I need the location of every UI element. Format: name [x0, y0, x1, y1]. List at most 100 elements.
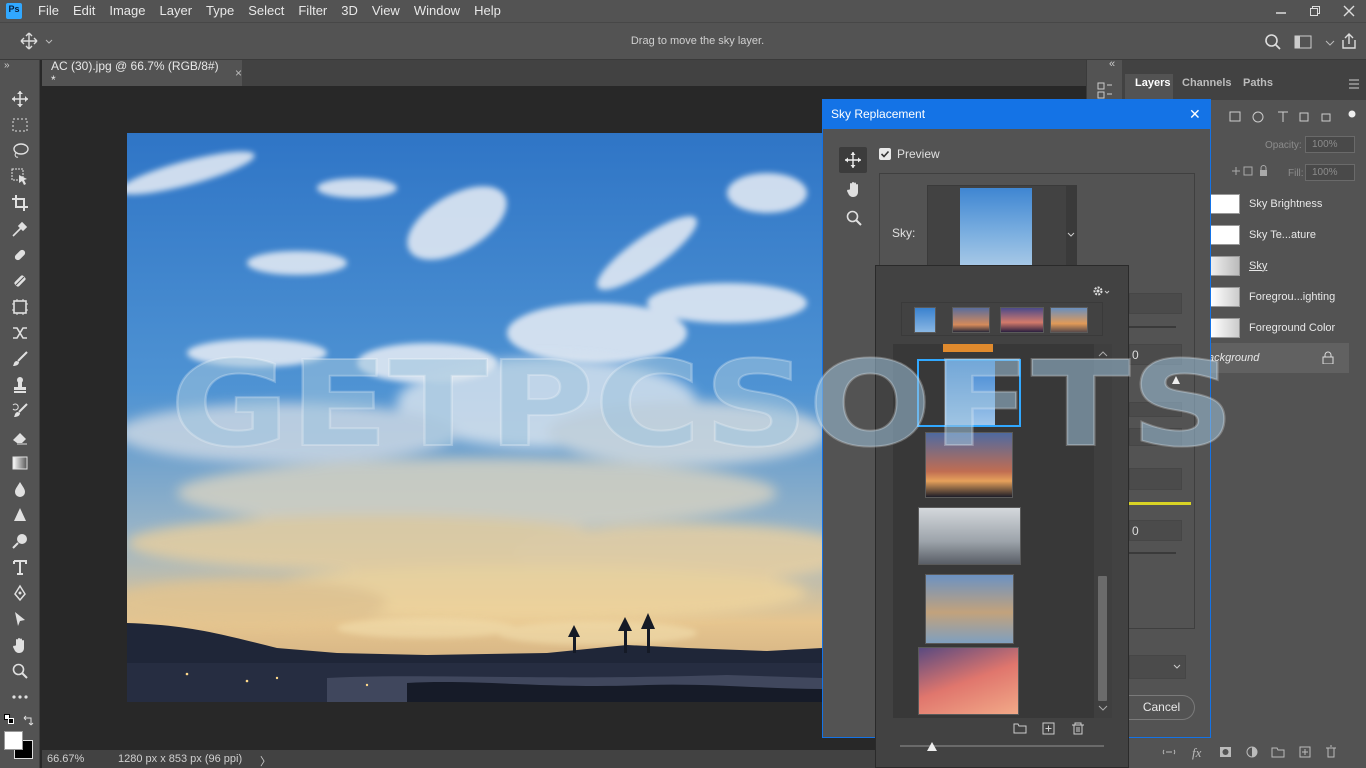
menu-layer[interactable]: Layer	[153, 0, 200, 22]
delete-sky-icon[interactable]	[1071, 722, 1085, 735]
layer-foreground-lighting[interactable]: Foregrou...ighting	[1210, 281, 1351, 312]
layer-sky-temperature[interactable]: Sky Te...ature	[1210, 219, 1351, 250]
fill-field[interactable]: 100%	[1305, 164, 1355, 181]
dodge-icon[interactable]	[8, 529, 32, 553]
history-panel-icon[interactable]	[1097, 82, 1113, 100]
sky-preset-picker[interactable]	[927, 185, 1077, 267]
close-tab-icon[interactable]: ×	[235, 66, 242, 80]
sky-preset-selected-frame[interactable]	[917, 359, 1021, 427]
cancel-button[interactable]: Cancel	[1129, 695, 1195, 720]
collapse-toolbar-icon[interactable]: »	[4, 60, 10, 71]
eraser-icon[interactable]	[8, 425, 32, 449]
menu-edit[interactable]: Edit	[66, 0, 102, 22]
fade-edge-slider-thumb[interactable]	[1171, 375, 1181, 385]
expand-panels-icon[interactable]: «	[1109, 58, 1115, 70]
menu-type[interactable]: Type	[199, 0, 241, 22]
recent-sky-thumb-1[interactable]	[914, 307, 936, 333]
menu-help[interactable]: Help	[467, 0, 508, 22]
chevron-down-icon[interactable]	[1325, 33, 1335, 51]
panel-menu-icon[interactable]	[1348, 79, 1360, 89]
sharpen-icon[interactable]	[8, 503, 32, 527]
menu-file[interactable]: File	[31, 0, 66, 22]
minimize-button[interactable]	[1264, 0, 1298, 22]
menu-window[interactable]: Window	[407, 0, 467, 22]
flip-slider[interactable]	[1129, 552, 1176, 554]
foreground-color-swatch[interactable]	[4, 731, 23, 750]
lock-icons[interactable]	[1230, 164, 1270, 178]
clone-stamp-icon[interactable]	[8, 321, 32, 345]
pen-icon[interactable]	[8, 581, 32, 605]
dialog-close-icon[interactable]: ✕	[1189, 106, 1201, 123]
shift-edge-field[interactable]	[1129, 293, 1182, 314]
sky-preset-sunset-1[interactable]	[925, 432, 1013, 498]
brush-icon[interactable]	[8, 347, 32, 371]
filter-icons[interactable]	[1228, 110, 1358, 124]
sky-preset-partial-thumb[interactable]	[943, 344, 993, 352]
tab-layers[interactable]: Layers	[1125, 74, 1173, 100]
zoom-icon[interactable]	[8, 659, 32, 683]
flip-value-field[interactable]: 0	[1129, 520, 1182, 541]
layer-sky-brightness[interactable]: Sky Brightness	[1210, 188, 1351, 219]
frame-icon[interactable]	[8, 295, 32, 319]
document-tab[interactable]: AC (30).jpg @ 66.7% (RGB/8#) * ×	[42, 59, 242, 87]
layer-foreground-color[interactable]: Foreground Color	[1210, 312, 1351, 343]
sky-picker-dropdown-arrow[interactable]	[1066, 186, 1076, 266]
output-select[interactable]	[1129, 655, 1186, 679]
sky-preset-overcast[interactable]	[918, 507, 1021, 565]
object-select-icon[interactable]	[8, 165, 32, 189]
history-brush-icon[interactable]	[8, 399, 32, 423]
menu-select[interactable]: Select	[241, 0, 291, 22]
recent-sky-thumb-3[interactable]	[1000, 307, 1044, 333]
shift-edge-slider[interactable]	[1129, 326, 1176, 328]
more-icon[interactable]	[8, 685, 32, 709]
hand-icon[interactable]	[8, 633, 32, 657]
preset-scrollbar-thumb[interactable]	[1098, 576, 1107, 701]
status-menu-arrow[interactable]: 〉	[260, 753, 271, 768]
preview-checkbox[interactable]	[879, 148, 891, 160]
restore-button[interactable]	[1298, 0, 1332, 22]
recent-sky-thumb-2[interactable]	[952, 307, 990, 333]
tab-paths[interactable]: Paths	[1243, 74, 1273, 100]
share-icon[interactable]	[1340, 32, 1358, 50]
search-icon[interactable]	[1264, 33, 1282, 51]
add-sky-icon[interactable]	[1042, 722, 1056, 735]
photoshop-logo[interactable]: Ps	[6, 3, 22, 19]
fade-edge-field[interactable]: 0	[1129, 344, 1182, 365]
healing-icon[interactable]	[8, 243, 32, 267]
type-icon[interactable]	[8, 555, 32, 579]
dialog-zoom-icon[interactable]	[845, 209, 863, 227]
crop-icon[interactable]	[8, 191, 32, 215]
layer-sky[interactable]: Sky	[1210, 250, 1351, 281]
recent-sky-thumb-4[interactable]	[1050, 307, 1088, 333]
menu-view[interactable]: View	[365, 0, 407, 22]
layers-footer-icons[interactable]: fx	[1162, 744, 1338, 760]
layer-background[interactable]: ackground	[1208, 343, 1349, 373]
thumbnail-size-slider-thumb[interactable]	[926, 741, 938, 752]
swap-colors-icon[interactable]	[22, 714, 34, 726]
dialog-hand-icon[interactable]	[845, 180, 863, 198]
menu-3d[interactable]: 3D	[334, 0, 365, 22]
menu-filter[interactable]: Filter	[291, 0, 334, 22]
opacity-field[interactable]: 100%	[1305, 136, 1355, 153]
marquee-icon[interactable]	[8, 113, 32, 137]
zoom-level[interactable]: 66.67%	[47, 753, 84, 765]
preset-scrollbar[interactable]	[1094, 344, 1112, 718]
path-select-icon[interactable]	[8, 607, 32, 631]
temperature-field[interactable]	[1129, 428, 1182, 446]
scale-field[interactable]	[1129, 468, 1182, 490]
sky-preset-clouds-sunset[interactable]	[925, 574, 1014, 644]
tab-channels[interactable]: Channels	[1182, 74, 1232, 100]
lasso-icon[interactable]	[8, 139, 32, 163]
stamp-icon[interactable]	[8, 373, 32, 397]
dialog-move-tool-icon[interactable]	[839, 147, 867, 173]
menu-image[interactable]: Image	[102, 0, 152, 22]
gradient-icon[interactable]	[8, 451, 32, 475]
document-image[interactable]	[127, 133, 822, 702]
brush-alt-icon[interactable]	[8, 269, 32, 293]
sky-preset-pink-sunset[interactable]	[918, 647, 1019, 715]
move-icon[interactable]	[8, 87, 32, 111]
close-window-button[interactable]	[1332, 0, 1366, 22]
workspace-icon[interactable]	[1294, 34, 1312, 50]
gear-icon[interactable]	[1092, 285, 1110, 297]
eyedropper-icon[interactable]	[8, 217, 32, 241]
